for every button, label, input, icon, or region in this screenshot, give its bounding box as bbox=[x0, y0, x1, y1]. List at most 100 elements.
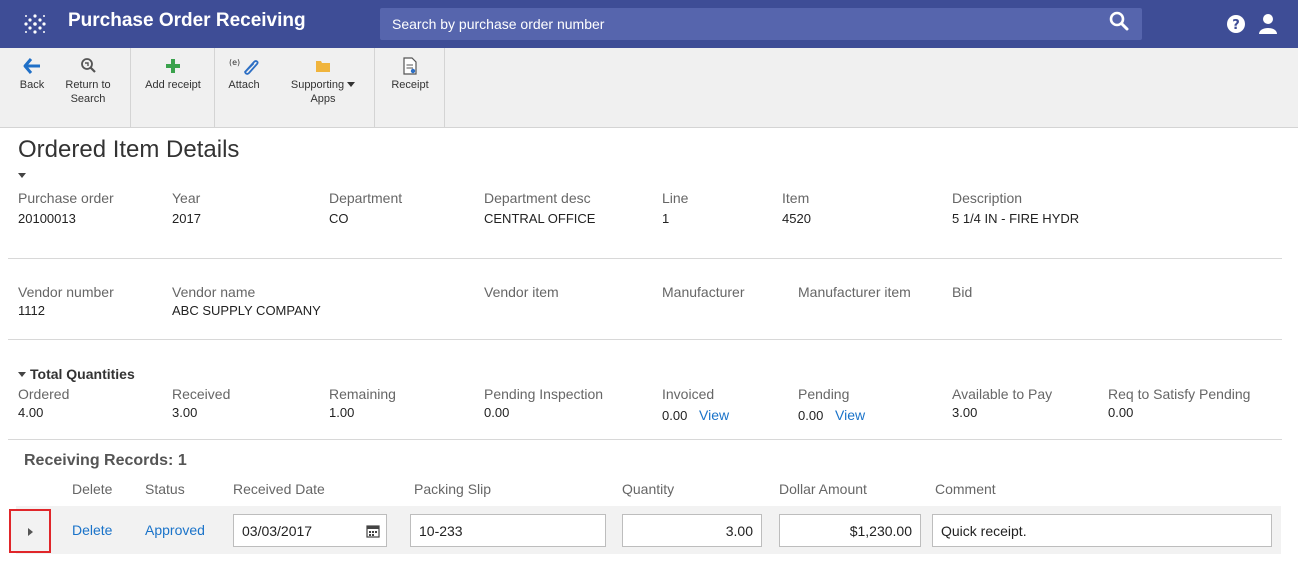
total-quantities-title: Total Quantities bbox=[30, 366, 135, 382]
pending-inspection-label: Pending Inspection bbox=[484, 386, 604, 402]
column-header-quantity: Quantity bbox=[622, 481, 675, 497]
pending-value: 0.00 bbox=[798, 408, 824, 423]
add-receipt-button[interactable]: Add receipt bbox=[138, 48, 208, 128]
req-to-satisfy-pending-value: 0.00 bbox=[1108, 405, 1134, 420]
vendor-number-label: Vendor number bbox=[18, 284, 114, 300]
pending-label: Pending bbox=[798, 386, 850, 402]
item-value: 4520 bbox=[782, 211, 811, 226]
triangle-right-icon bbox=[28, 528, 33, 536]
department-desc-value: CENTRAL OFFICE bbox=[484, 211, 596, 226]
year-label: Year bbox=[172, 190, 201, 206]
column-header-received-date: Received Date bbox=[233, 481, 325, 497]
receipt-button[interactable]: Receipt bbox=[382, 48, 438, 128]
department-label: Department bbox=[329, 190, 403, 206]
add-receipt-label: Add receipt bbox=[145, 79, 201, 91]
supporting-apps-button[interactable]: Supporting Apps bbox=[280, 48, 366, 128]
receiving-records-title: Receiving Records: 1 bbox=[24, 452, 187, 469]
page-title: Ordered Item Details bbox=[18, 136, 240, 163]
pending-inspection-value: 0.00 bbox=[484, 405, 510, 420]
attach-prefix: (e) bbox=[229, 58, 240, 67]
packing-slip-input[interactable] bbox=[410, 514, 606, 547]
back-label: Back bbox=[19, 79, 45, 91]
app-header: Purchase Order Receiving ? bbox=[0, 0, 1298, 48]
toolbar-separator bbox=[214, 48, 215, 127]
paperclip-icon: (e) bbox=[229, 58, 259, 75]
search-input[interactable] bbox=[380, 8, 1080, 40]
remaining-label: Remaining bbox=[329, 386, 396, 402]
column-header-packing-slip: Packing Slip bbox=[414, 481, 492, 497]
arrow-left-icon bbox=[23, 58, 40, 74]
app-logo-icon bbox=[24, 14, 46, 34]
line-value: 1 bbox=[662, 211, 670, 226]
caret-down-icon bbox=[18, 371, 26, 377]
dollar-amount-input[interactable] bbox=[779, 514, 921, 547]
department-desc-label: Department desc bbox=[484, 190, 591, 206]
calendar-icon bbox=[366, 525, 380, 538]
delete-link[interactable]: Delete bbox=[72, 522, 112, 538]
available-to-pay-label: Available to Pay bbox=[952, 386, 1053, 402]
pending-view-link[interactable]: View bbox=[835, 407, 865, 423]
row-expand-button[interactable] bbox=[9, 509, 51, 553]
svg-text:?: ? bbox=[1232, 18, 1240, 33]
column-header-dollar-amount: Dollar Amount bbox=[779, 481, 867, 497]
year-value: 2017 bbox=[172, 211, 201, 226]
column-header-delete: Delete bbox=[72, 481, 113, 497]
divider bbox=[8, 339, 1282, 340]
search-icon[interactable] bbox=[1108, 10, 1130, 32]
column-header-comment: Comment bbox=[935, 481, 996, 497]
return-to-search-label-2: Search bbox=[70, 93, 106, 105]
purchase-order-label: Purchase order bbox=[18, 190, 114, 206]
item-label: Item bbox=[782, 190, 810, 206]
invoiced-value: 0.00 bbox=[662, 408, 688, 423]
return-to-search-button[interactable]: Return to Search bbox=[62, 48, 114, 128]
remaining-value: 1.00 bbox=[329, 405, 355, 420]
ordered-value: 4.00 bbox=[18, 405, 44, 420]
app-title: Purchase Order Receiving bbox=[68, 10, 306, 31]
vendor-name-value: ABC SUPPLY COMPANY bbox=[172, 303, 321, 318]
search-box[interactable] bbox=[380, 8, 1142, 40]
line-label: Line bbox=[662, 190, 689, 206]
manufacturer-label: Manufacturer bbox=[662, 284, 745, 300]
toolbar-separator bbox=[130, 48, 131, 127]
ordered-label: Ordered bbox=[18, 386, 70, 402]
received-label: Received bbox=[172, 386, 231, 402]
vendor-item-label: Vendor item bbox=[484, 284, 559, 300]
invoiced-label: Invoiced bbox=[662, 386, 715, 402]
vendor-name-label: Vendor name bbox=[172, 284, 256, 300]
quantity-input[interactable] bbox=[622, 514, 762, 547]
document-icon bbox=[403, 57, 417, 75]
available-to-pay-value: 3.00 bbox=[952, 405, 978, 420]
help-icon[interactable]: ? bbox=[1226, 14, 1246, 34]
purchase-order-value: 20100013 bbox=[18, 211, 76, 226]
vendor-number-value: 1112 bbox=[18, 303, 45, 318]
return-to-search-label-1: Return to bbox=[65, 79, 111, 91]
calendar-button[interactable] bbox=[360, 514, 387, 547]
back-button[interactable]: Back bbox=[10, 48, 54, 128]
received-date-input[interactable] bbox=[233, 514, 361, 547]
comment-input[interactable] bbox=[932, 514, 1272, 547]
user-icon[interactable] bbox=[1258, 13, 1278, 35]
divider bbox=[8, 258, 1282, 259]
plus-icon bbox=[166, 59, 180, 73]
description-label: Description bbox=[952, 190, 1023, 206]
manufacturer-item-label: Manufacturer item bbox=[798, 284, 911, 300]
toolbar-separator bbox=[444, 48, 445, 127]
toolbar-separator bbox=[374, 48, 375, 127]
total-quantities-toggle[interactable]: Total Quantities bbox=[18, 366, 135, 382]
chevron-down-icon bbox=[347, 82, 356, 88]
invoiced-view-link[interactable]: View bbox=[699, 407, 729, 423]
receipt-label: Receipt bbox=[391, 79, 429, 91]
column-header-status: Status bbox=[145, 481, 185, 497]
department-value: CO bbox=[329, 211, 349, 226]
attach-label: Attach bbox=[228, 79, 260, 91]
bid-label: Bid bbox=[952, 284, 973, 300]
attach-button[interactable]: (e) Attach bbox=[220, 48, 268, 128]
status-approved-link[interactable]: Approved bbox=[145, 522, 205, 538]
folder-icon bbox=[316, 61, 330, 72]
toolbar: Back Return to Search Add receipt (e) At… bbox=[0, 48, 1298, 128]
collapse-caret-icon[interactable] bbox=[18, 173, 26, 178]
supporting-apps-label-1: Supporting bbox=[290, 79, 345, 91]
description-value: 5 1/4 IN - FIRE HYDR bbox=[952, 211, 1080, 226]
supporting-apps-label-2: Apps bbox=[310, 93, 336, 105]
divider bbox=[8, 439, 1282, 440]
